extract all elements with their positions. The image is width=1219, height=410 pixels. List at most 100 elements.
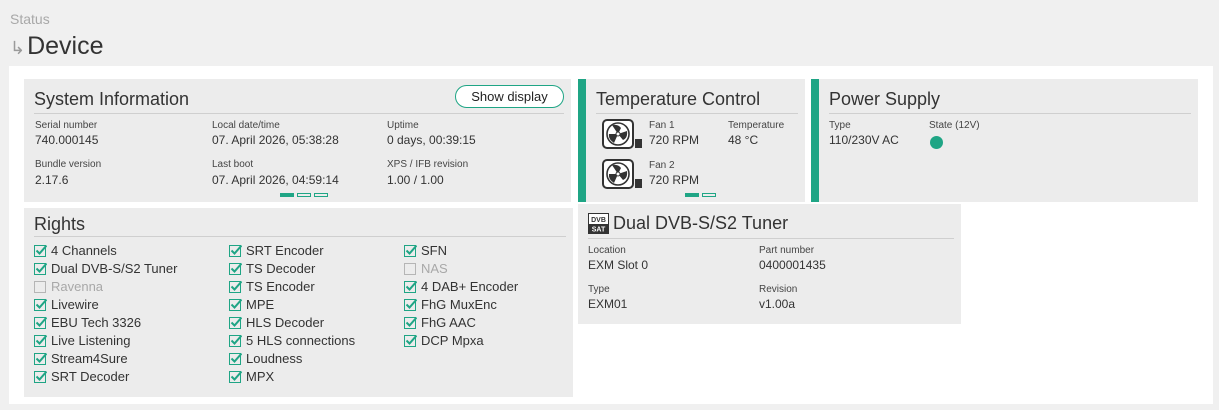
- fan-rpm-value: 720 RPM: [649, 133, 700, 147]
- checkbox-checked-icon: [34, 244, 47, 257]
- field-label: Last boot: [212, 159, 254, 170]
- serial-number-value: 740.000145: [35, 133, 99, 147]
- rights-item: MPE: [229, 295, 274, 313]
- rights-item: Loudness: [229, 349, 302, 367]
- type-value: EXM01: [588, 297, 628, 311]
- field-label: Uptime: [387, 120, 419, 131]
- temperature-control-panel: Temperature Control Fan 1 720 RPM Temper…: [586, 79, 805, 202]
- rights-item-label: SFN: [421, 242, 447, 258]
- checkbox-checked-icon: [229, 280, 242, 293]
- rights-item: 4 Channels: [34, 241, 117, 259]
- panel-title: Power Supply: [829, 89, 941, 109]
- checkbox-checked-icon: [229, 334, 242, 347]
- rights-item: Livewire: [34, 295, 99, 313]
- pager-dot[interactable]: [314, 193, 328, 197]
- checkbox-checked-icon: [34, 370, 47, 383]
- rights-item-label: TS Encoder: [246, 278, 315, 294]
- fan-label: Fan 2: [649, 160, 675, 171]
- field-label: Serial number: [35, 120, 98, 131]
- checkbox-checked-icon: [34, 352, 47, 365]
- divider: [596, 113, 798, 114]
- rights-item: TS Encoder: [229, 277, 315, 295]
- rights-item-label: SRT Encoder: [246, 242, 324, 258]
- pager-dot[interactable]: [280, 193, 294, 197]
- show-display-button[interactable]: Show display: [455, 85, 564, 108]
- pager-dot[interactable]: [297, 193, 311, 197]
- rights-item-label: EBU Tech 3326: [51, 314, 142, 330]
- checkbox-checked-icon: [404, 298, 417, 311]
- temperature-value: 48 °C: [728, 133, 759, 147]
- rights-item: Live Listening: [34, 331, 131, 349]
- rights-item-label: 4 Channels: [51, 242, 117, 258]
- field-label: Revision: [759, 284, 798, 295]
- content-area: System Information Show display Serial n…: [9, 66, 1213, 404]
- page-title-row: ↳ Device: [10, 32, 104, 61]
- panel-title: Temperature Control: [596, 89, 761, 109]
- pager-dot[interactable]: [685, 193, 699, 197]
- panel-title: Dual DVB-S/S2 Tuner: [613, 213, 789, 233]
- uptime-value: 0 days, 00:39:15: [387, 133, 476, 147]
- rights-item: SRT Decoder: [34, 367, 129, 385]
- checkbox-checked-icon: [404, 316, 417, 329]
- temperature-label: Temperature: [728, 120, 785, 131]
- system-information-panel: System Information Show display Serial n…: [24, 79, 571, 202]
- checkbox-checked-icon: [229, 244, 242, 257]
- rights-item: MPX: [229, 367, 274, 385]
- rights-item: Stream4Sure: [34, 349, 128, 367]
- fan-icon: [602, 119, 642, 149]
- rights-item: Ravenna: [34, 277, 103, 295]
- rights-item-label: 4 DAB+ Encoder: [421, 278, 519, 294]
- divider: [829, 113, 1191, 114]
- rights-item-label: TS Decoder: [246, 260, 316, 276]
- field-label: Local date/time: [212, 120, 280, 131]
- checkbox-checked-icon: [229, 316, 242, 329]
- rights-item-label: Ravenna: [51, 278, 104, 294]
- power-state-indicator: [930, 136, 943, 149]
- page-title: Device: [27, 32, 104, 60]
- rights-item: NAS: [404, 259, 448, 277]
- rights-item: 5 HLS connections: [229, 331, 355, 349]
- rights-item-label: SRT Decoder: [51, 368, 130, 384]
- rights-item: SRT Encoder: [229, 241, 324, 259]
- checkbox-checked-icon: [34, 316, 47, 329]
- pager-dot[interactable]: [702, 193, 716, 197]
- field-label: Bundle version: [35, 159, 102, 170]
- xps-ifb-revision-value: 1.00 / 1.00: [387, 173, 444, 187]
- rights-item: Dual DVB-S/S2 Tuner: [34, 259, 177, 277]
- checkbox-checked-icon: [404, 280, 417, 293]
- accent-bar: [811, 79, 819, 202]
- dvb-logo-text: DVB: [591, 217, 606, 224]
- rights-item-label: NAS: [421, 260, 448, 276]
- rights-item: HLS Decoder: [229, 313, 324, 331]
- dvb-sat-icon: DVB SAT: [588, 213, 609, 234]
- pager-dots[interactable]: [280, 193, 328, 197]
- rights-item-label: 5 HLS connections: [246, 332, 356, 348]
- rights-item: TS Decoder: [229, 259, 315, 277]
- checkbox-checked-icon: [34, 334, 47, 347]
- rights-item-label: MPX: [246, 368, 275, 384]
- field-label: Type: [588, 284, 610, 295]
- checkbox-checked-icon: [404, 334, 417, 347]
- rights-item-label: Loudness: [246, 350, 303, 366]
- checkbox-checked-icon: [229, 298, 242, 311]
- sat-logo-text: SAT: [592, 227, 606, 234]
- power-type-label: Type: [829, 120, 851, 131]
- panel-title: System Information: [34, 89, 190, 109]
- fan-icon: [602, 159, 642, 189]
- rights-item: EBU Tech 3326: [34, 313, 141, 331]
- rights-item-label: Live Listening: [51, 332, 131, 348]
- breadcrumb[interactable]: Status: [10, 11, 50, 27]
- divider: [588, 238, 954, 239]
- checkbox-checked-icon: [404, 244, 417, 257]
- divider: [34, 236, 566, 237]
- revision-value: v1.00a: [759, 297, 796, 311]
- field-label: Part number: [759, 245, 815, 256]
- pager-dots[interactable]: [685, 193, 716, 197]
- checkbox-checked-icon: [34, 298, 47, 311]
- local-datetime-value: 07. April 2026, 05:38:28: [212, 133, 339, 147]
- power-supply-panel: Power Supply Type 110/230V AC State (12V…: [819, 79, 1198, 202]
- power-type-value: 110/230V AC: [829, 133, 899, 147]
- power-state-label: State (12V): [929, 120, 980, 131]
- checkbox-checked-icon: [229, 262, 242, 275]
- last-boot-value: 07. April 2026, 04:59:14: [212, 173, 339, 187]
